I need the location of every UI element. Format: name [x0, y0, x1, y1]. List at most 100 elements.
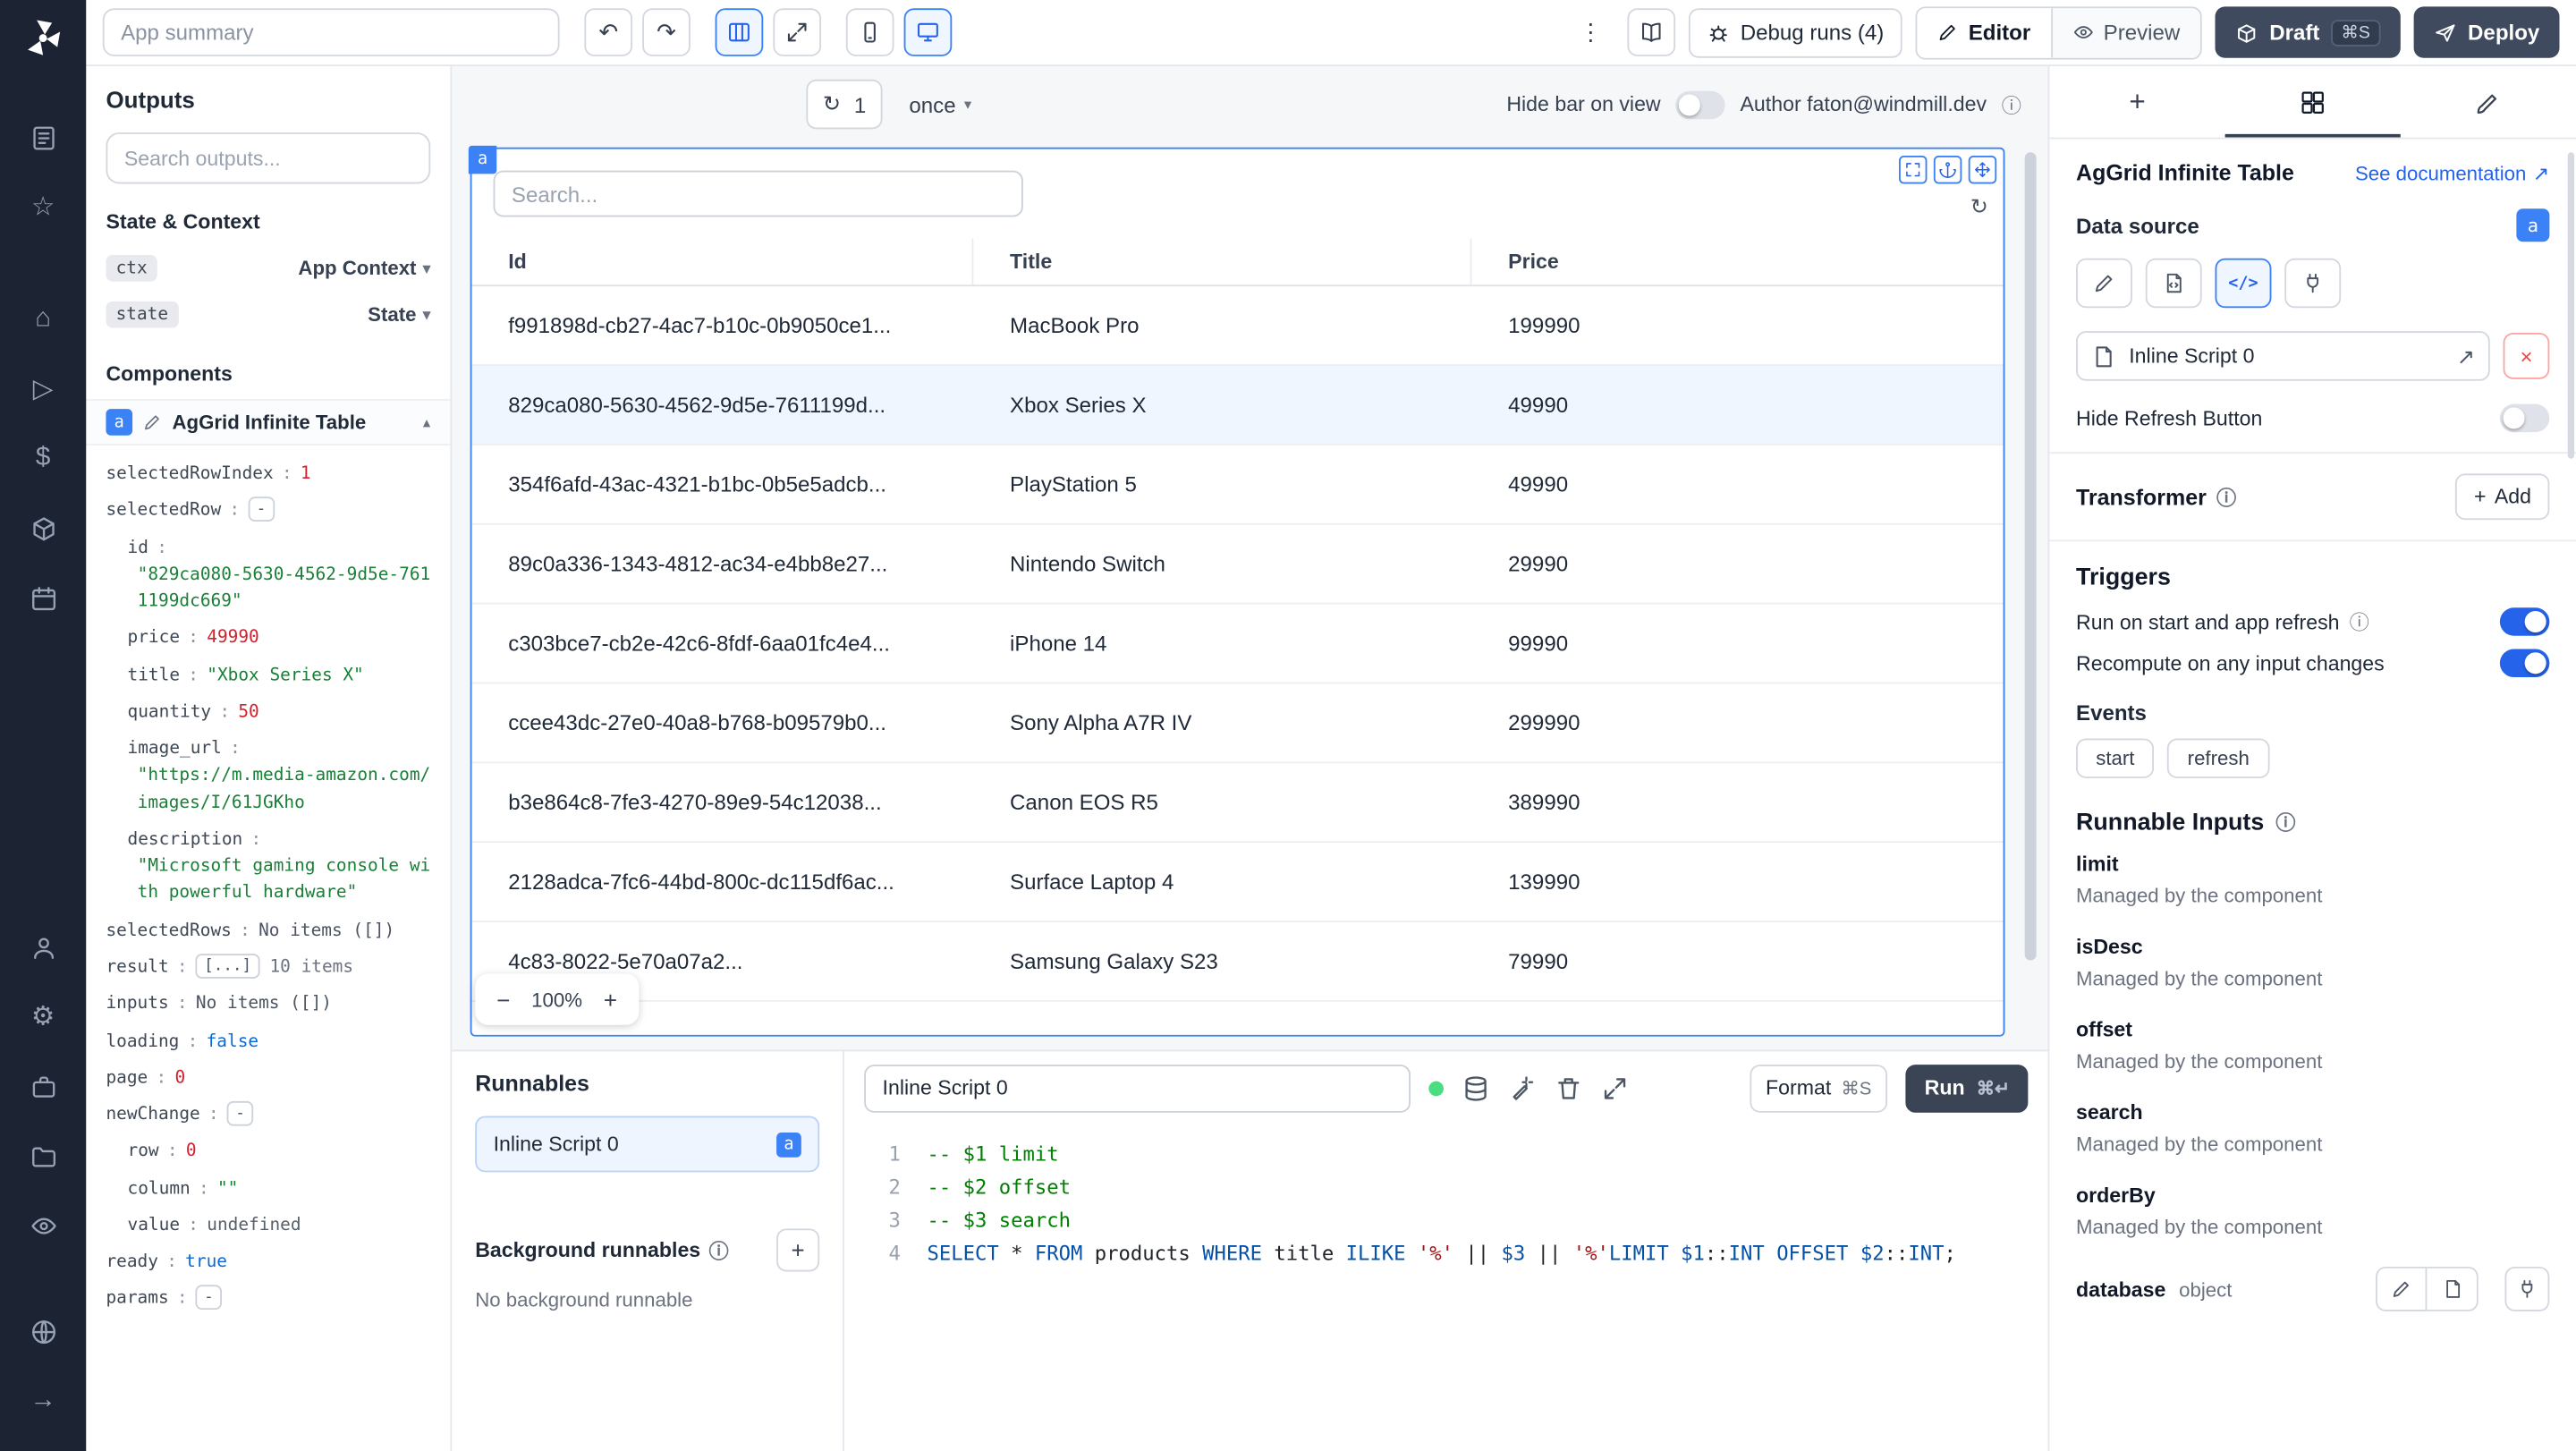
- refresh-count-button[interactable]: ↻ 1: [806, 79, 883, 130]
- tree-row[interactable]: description: "Microsoft gaming console wi…: [106, 821, 431, 912]
- ctx-row[interactable]: ctx App Context ▾: [106, 247, 430, 290]
- app-summary-input[interactable]: [102, 8, 560, 56]
- workers-briefcase-icon[interactable]: [21, 1065, 64, 1107]
- settings-gear-icon[interactable]: ⚙: [21, 995, 64, 1038]
- expand-component-button[interactable]: [1898, 155, 1928, 184]
- database-edit-button[interactable]: [2376, 1266, 2428, 1311]
- database-connect-button[interactable]: [2504, 1266, 2550, 1311]
- tree-row[interactable]: image_url: "https://m.media-amazon.com/im…: [106, 730, 431, 820]
- tree-row[interactable]: column: "": [106, 1170, 430, 1207]
- event-chip-refresh[interactable]: refresh: [2167, 738, 2270, 778]
- redo-button[interactable]: ↷: [642, 8, 691, 56]
- static-data-button[interactable]: </>: [2215, 258, 2272, 309]
- see-documentation-link[interactable]: See documentation ↗: [2355, 161, 2549, 184]
- inline-script-pencil-button[interactable]: [2076, 258, 2132, 309]
- folders-icon[interactable]: [21, 1134, 64, 1177]
- tree-row[interactable]: page:0: [106, 1059, 430, 1096]
- table-refresh-icon[interactable]: ↻: [1970, 194, 1988, 221]
- home-icon[interactable]: ⌂: [21, 298, 64, 341]
- tree-row[interactable]: inputs: No items ([]): [106, 986, 430, 1022]
- move-component-button[interactable]: [1968, 155, 1997, 184]
- format-button[interactable]: Format ⌘S: [1749, 1064, 1888, 1112]
- ai-wand-icon[interactable]: [1508, 1073, 1536, 1101]
- recompute-toggle[interactable]: [2499, 649, 2550, 678]
- tree-row[interactable]: value: undefined: [106, 1207, 430, 1243]
- zoom-out-button[interactable]: −: [485, 980, 522, 1018]
- table-row[interactable]: ccee43dc-27e0-40a8-b768-b09579b0... Sony …: [471, 683, 2004, 764]
- undo-button[interactable]: ↶: [584, 8, 633, 56]
- tree-row[interactable]: id: "829ca080-5630-4562-9d5e-7611199dc669…: [106, 529, 431, 619]
- inspector-scrollbar[interactable]: [2567, 152, 2575, 459]
- expand-editor-icon[interactable]: [1601, 1073, 1629, 1101]
- database-icon[interactable]: [1462, 1073, 1489, 1101]
- resources-icon[interactable]: [21, 506, 64, 549]
- open-script-icon[interactable]: ↗: [2457, 344, 2475, 369]
- tree-row[interactable]: quantity:50: [106, 693, 430, 730]
- hide-bar-toggle[interactable]: [1675, 89, 1725, 119]
- collapse-arrow-icon[interactable]: →: [21, 1379, 64, 1422]
- sql-code-editor[interactable]: 1 -- $1 limit 2 -- $2 offset 3 -- $3 search…: [844, 1124, 2048, 1451]
- add-transformer-button[interactable]: + Add: [2455, 473, 2550, 521]
- tree-row[interactable]: selectedRowIndex:1: [106, 455, 430, 492]
- trash-icon[interactable]: [1555, 1073, 1582, 1101]
- table-row[interactable]: 89c0a336-1343-4812-ac34-e4bb8e27... Ninte…: [471, 524, 2004, 605]
- debug-runs-button[interactable]: Debug runs (4): [1689, 7, 1902, 57]
- runnable-item[interactable]: Inline Script 0 a: [475, 1116, 820, 1173]
- desktop-view-button[interactable]: [903, 8, 953, 56]
- tree-row[interactable]: loading: false: [106, 1022, 430, 1059]
- event-chip-start[interactable]: start: [2076, 738, 2155, 778]
- tree-row[interactable]: price:49990: [106, 620, 430, 657]
- tree-row[interactable]: row:0: [106, 1133, 430, 1170]
- draft-button[interactable]: Draft ⌘S: [2215, 6, 2401, 58]
- expand-layout-button[interactable]: [773, 8, 822, 56]
- tree-row[interactable]: ready: true: [106, 1243, 430, 1280]
- more-menu-button[interactable]: ⋮: [1566, 8, 1615, 56]
- schedules-calendar-icon[interactable]: [21, 576, 64, 619]
- add-background-runnable-button[interactable]: +: [776, 1228, 820, 1272]
- database-script-button[interactable]: [2427, 1266, 2479, 1311]
- column-header-title[interactable]: Title: [973, 238, 1472, 285]
- zoom-in-button[interactable]: +: [592, 980, 629, 1018]
- state-row[interactable]: state State ▾: [106, 293, 430, 336]
- table-row[interactable]: f991898d-cb27-4ac7-b10c-0b9050ce1... MacB…: [471, 286, 2004, 367]
- runs-play-icon[interactable]: ▷: [21, 368, 64, 411]
- insert-component-tab[interactable]: +: [2049, 66, 2224, 138]
- table-row-selected[interactable]: 829ca080-5630-4562-9d5e-7611199d... Xbox …: [471, 366, 2004, 445]
- apps-nav-icon[interactable]: [21, 116, 64, 159]
- tree-row[interactable]: selectedRow: -: [106, 492, 430, 529]
- table-row[interactable]: 4c83-8022-5e70a07a2... Samsung Galaxy S23…: [471, 921, 2004, 1002]
- editor-tab[interactable]: Editor: [1917, 7, 2053, 57]
- refresh-interval-select[interactable]: once ▾: [909, 92, 971, 117]
- script-name-input[interactable]: [864, 1064, 1411, 1112]
- favorites-star-icon[interactable]: ☆: [21, 185, 64, 228]
- columns-layout-button[interactable]: [715, 8, 764, 56]
- connect-plug-button[interactable]: [2284, 258, 2342, 309]
- mobile-view-button[interactable]: [845, 8, 894, 56]
- tree-row[interactable]: selectedRows: No items ([]): [106, 912, 430, 948]
- audit-eye-icon[interactable]: [21, 1204, 64, 1247]
- preview-tab[interactable]: Preview: [2052, 7, 2200, 57]
- component-settings-tab[interactable]: [2225, 66, 2401, 138]
- tree-row[interactable]: result: [...] 10 items: [106, 949, 430, 986]
- account-person-icon[interactable]: [21, 926, 64, 969]
- canvas-scrollbar[interactable]: [2024, 152, 2037, 961]
- deploy-button[interactable]: Deploy: [2412, 6, 2560, 58]
- globe-icon[interactable]: [21, 1310, 64, 1353]
- table-search-input[interactable]: [493, 170, 1023, 217]
- run-button[interactable]: Run ⌘↵: [1906, 1064, 2029, 1112]
- component-header-row[interactable]: a AgGrid Infinite Table ▴: [86, 399, 451, 445]
- column-header-price[interactable]: Price: [1471, 239, 2003, 285]
- styling-tab[interactable]: [2401, 66, 2576, 138]
- table-row[interactable]: 2128adca-7fc6-44bd-800c-dc115df6ac... Sur…: [471, 843, 2004, 922]
- table-row[interactable]: 354f6afd-43ac-4321-b1bc-0b5e5adcb... Play…: [471, 445, 2004, 525]
- hide-refresh-toggle[interactable]: [2499, 403, 2550, 433]
- variables-dollar-icon[interactable]: $: [21, 437, 64, 480]
- tree-row[interactable]: params: -: [106, 1280, 430, 1317]
- workspace-script-button[interactable]: [2145, 258, 2202, 309]
- table-row[interactable]: c303bce7-cb2e-42c6-8fdf-6aa01fc4e4... iPh…: [471, 604, 2004, 684]
- windmill-logo-icon[interactable]: [21, 17, 64, 60]
- run-on-start-toggle[interactable]: [2499, 607, 2550, 636]
- anchor-component-button[interactable]: [1933, 155, 1962, 184]
- tree-row[interactable]: title: "Xbox Series X": [106, 657, 430, 693]
- table-row[interactable]: b3e864c8-7fe3-4270-89e9-54c12038... Canon…: [471, 763, 2004, 844]
